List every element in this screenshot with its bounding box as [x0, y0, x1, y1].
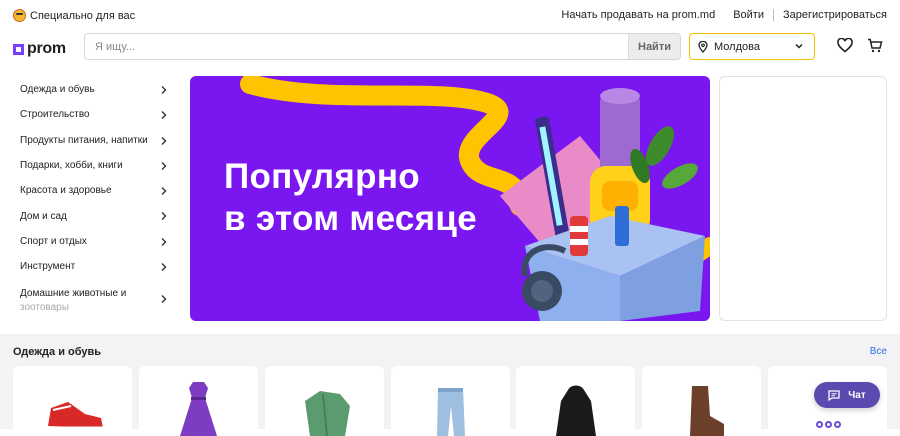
category-label: Спорт и отдых [20, 235, 87, 247]
category-label: Продукты питания, напитки [20, 134, 148, 146]
category-item[interactable]: Спорт и отдых [0, 229, 178, 254]
product-card[interactable] [13, 366, 132, 436]
chevron-right-icon [161, 295, 167, 304]
chevron-right-icon [161, 161, 167, 170]
category-label: Строительство [20, 109, 90, 121]
sneaker-icon [48, 402, 103, 430]
banner-line-1: Популярно [224, 157, 420, 196]
top-bar: Специально для вас Начать продавать на p… [0, 0, 900, 32]
category-label: Домашние животные и зоотовары [20, 288, 127, 314]
carousel-dot[interactable] [816, 421, 823, 428]
chevron-right-icon [161, 212, 167, 221]
product-card[interactable] [642, 366, 761, 436]
logo-square-icon [13, 43, 24, 55]
smiley-icon [13, 9, 26, 22]
category-item[interactable]: Домашние животные и зоотовары [0, 279, 178, 313]
search-bar: Найти [84, 33, 681, 60]
start-selling-link[interactable]: Начать продавать на prom.md [561, 9, 715, 21]
banner-headline: Популярно в этом месяце [224, 156, 477, 240]
promo-banner[interactable]: Популярно в этом месяце [190, 76, 710, 321]
divider [772, 9, 774, 21]
region-value: Молдова [714, 40, 760, 53]
chat-icon [828, 389, 840, 401]
category-item[interactable]: Строительство [0, 102, 178, 127]
chevron-right-icon [161, 111, 167, 120]
search-input[interactable] [85, 34, 628, 59]
category-section: Одежда и обувь Все [0, 334, 900, 436]
category-item[interactable]: Одежда и обувь [0, 77, 178, 102]
category-label: Дом и сад [20, 210, 67, 222]
banner-line-2: в этом месяце [224, 199, 477, 238]
category-label: Одежда и обувь [20, 84, 95, 96]
category-item[interactable]: Продукты питания, напитки [0, 128, 178, 153]
category-item[interactable]: Подарки, хобби, книги [0, 153, 178, 178]
jeans-icon [437, 388, 465, 436]
chat-label: Чат [848, 389, 866, 401]
side-ad-placeholder [719, 76, 887, 321]
region-select[interactable]: Молдова [689, 33, 815, 60]
chevron-right-icon [161, 136, 167, 145]
category-label: Инструмент [20, 261, 76, 273]
cart-icon[interactable] [867, 38, 883, 53]
category-item[interactable]: Дом и сад [0, 203, 178, 228]
chevron-right-icon [161, 187, 167, 196]
product-card[interactable] [391, 366, 510, 436]
category-label: Подарки, хобби, книги [20, 160, 123, 172]
chat-button[interactable]: Чат [814, 382, 880, 408]
chevron-right-icon [161, 263, 167, 272]
dress-icon [180, 382, 217, 436]
special-for-you-label: Специально для вас [30, 9, 136, 22]
header: prom Найти Молдова [0, 32, 900, 62]
carousel-dot[interactable] [834, 421, 841, 428]
category-sidebar: Одежда и обувь Строительство Продукты пи… [0, 77, 178, 313]
heart-icon[interactable] [837, 38, 853, 53]
login-link[interactable]: Войти [733, 9, 764, 21]
section-title: Одежда и обувь [13, 346, 102, 358]
location-pin-icon [698, 40, 708, 53]
see-all-link[interactable]: Все [870, 346, 887, 357]
product-card[interactable] [516, 366, 635, 436]
boots-icon [690, 386, 724, 436]
prom-logo[interactable]: prom [13, 40, 66, 58]
tracksuit-icon [305, 391, 350, 436]
hoodie-icon [556, 385, 596, 436]
category-item[interactable]: Инструмент [0, 254, 178, 279]
product-card[interactable] [139, 366, 258, 436]
search-button[interactable]: Найти [628, 34, 680, 59]
carousel-dot[interactable] [825, 421, 832, 428]
chevron-down-icon [795, 43, 803, 49]
carousel-dots [816, 421, 841, 428]
category-item[interactable]: Красота и здоровье [0, 178, 178, 203]
logo-text: prom [27, 40, 66, 57]
product-card[interactable] [265, 366, 384, 436]
category-label: Красота и здоровье [20, 185, 112, 197]
chevron-right-icon [161, 237, 167, 246]
register-link[interactable]: Зарегистрироваться [783, 9, 887, 21]
special-for-you-link[interactable]: Специально для вас [13, 9, 135, 22]
chevron-right-icon [161, 86, 167, 94]
